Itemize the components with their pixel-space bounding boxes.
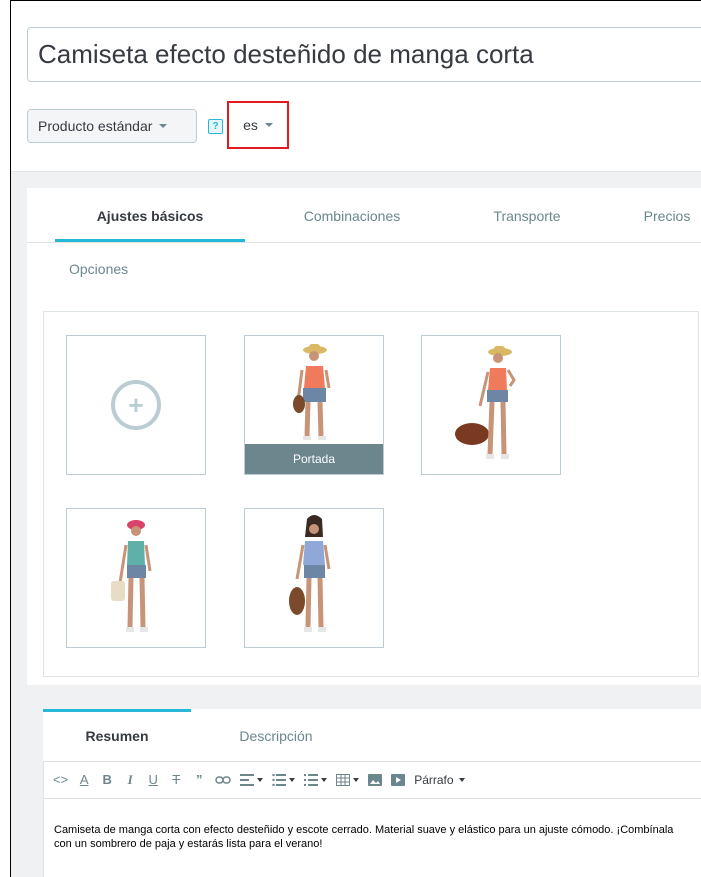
model-photo-4 — [289, 515, 331, 632]
paragraph-format-label: Párrafo — [414, 772, 454, 787]
model-photo-2 — [455, 346, 516, 459]
chevron-down-icon — [264, 123, 273, 127]
tab-description[interactable]: Descripción — [201, 711, 351, 761]
bold-icon[interactable]: B — [100, 770, 114, 790]
paragraph-format-select[interactable]: Párrafo — [414, 770, 465, 790]
tab-summary[interactable]: Resumen — [43, 711, 191, 761]
product-images-panel: + Portada — [43, 311, 699, 677]
tab-basic-settings[interactable]: Ajustes básicos — [55, 188, 245, 243]
language-select[interactable]: es — [227, 101, 289, 149]
media-icon[interactable] — [391, 770, 406, 790]
product-image-4[interactable] — [244, 508, 384, 648]
model-photo-3 — [111, 520, 152, 632]
strikethrough-icon[interactable]: T — [169, 770, 183, 790]
product-image-3[interactable] — [66, 508, 206, 648]
product-type-select[interactable]: Producto estándar — [27, 109, 197, 143]
cover-badge: Portada — [245, 444, 383, 474]
page-frame: Camiseta efecto desteñido de manga corta… — [10, 0, 701, 877]
tab-pricing[interactable]: Precios — [627, 188, 701, 243]
product-type-label: Producto estándar — [38, 118, 153, 134]
code-icon[interactable]: <> — [53, 770, 68, 790]
align-left-icon[interactable] — [240, 770, 264, 790]
editor-toolbar: <> A B I U T ” Párrafo — [43, 761, 701, 799]
numbered-list-icon[interactable] — [304, 770, 328, 790]
image-icon[interactable] — [368, 770, 383, 790]
active-tab-indicator — [55, 239, 245, 242]
text-color-icon[interactable]: A — [77, 770, 91, 790]
tab-combinations[interactable]: Combinaciones — [277, 188, 427, 243]
bullet-list-icon[interactable] — [272, 770, 296, 790]
link-icon[interactable] — [215, 770, 231, 790]
italic-icon[interactable]: I — [123, 770, 137, 790]
product-tabs: Ajustes básicos Combinaciones Transporte… — [27, 188, 701, 243]
summary-content[interactable]: Camiseta de manga corta con efecto deste… — [54, 823, 694, 851]
tab-options[interactable]: Opciones — [69, 261, 128, 277]
blockquote-icon[interactable]: ” — [192, 770, 206, 790]
table-icon[interactable] — [336, 770, 360, 790]
product-image-1[interactable]: Portada — [244, 335, 384, 475]
chevron-down-icon — [159, 124, 168, 128]
add-image-button[interactable]: + — [66, 335, 206, 475]
tab-shipping[interactable]: Transporte — [467, 188, 587, 243]
product-title-input[interactable]: Camiseta efecto desteñido de manga corta — [27, 27, 701, 82]
plus-circle-icon: + — [111, 380, 161, 430]
underline-icon[interactable]: U — [146, 770, 160, 790]
language-label: es — [243, 117, 258, 133]
help-icon[interactable]: ? — [208, 119, 223, 134]
product-image-2[interactable] — [421, 335, 561, 475]
